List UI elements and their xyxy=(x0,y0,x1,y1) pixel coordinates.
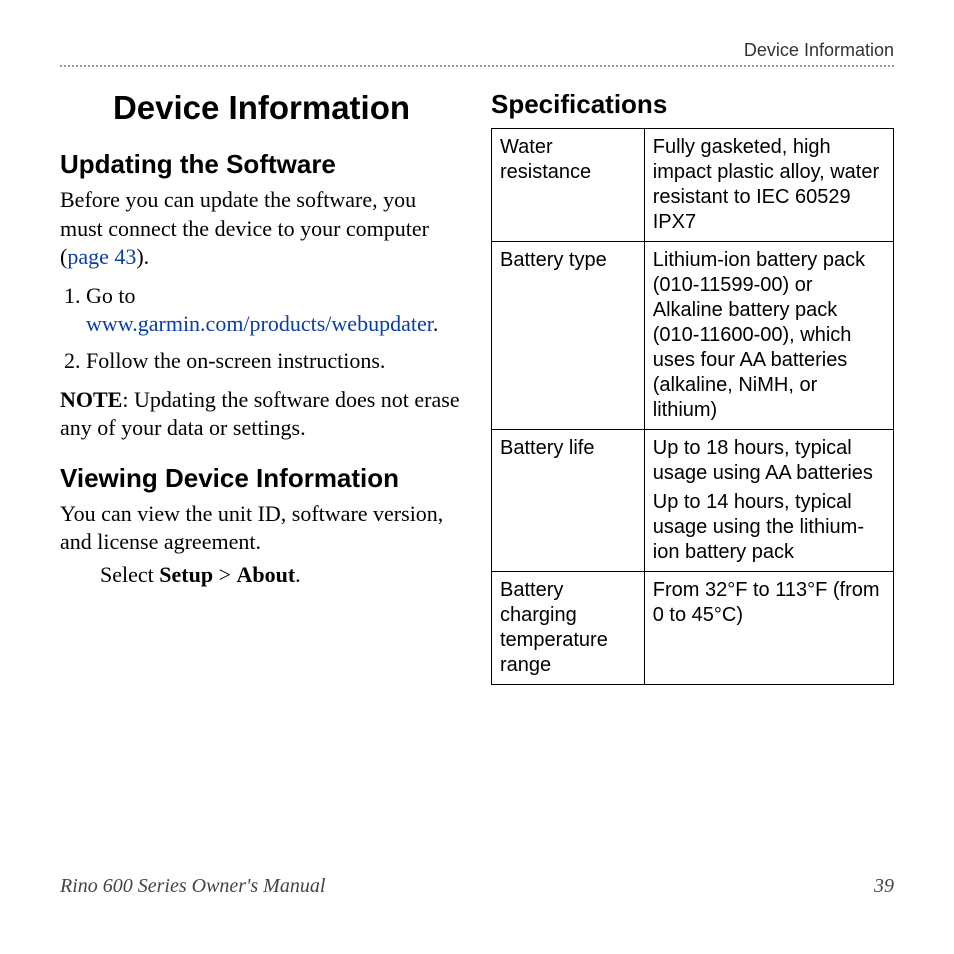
page: Device Information Device Information Up… xyxy=(0,0,954,954)
heading-specifications: Specifications xyxy=(491,89,894,120)
spec-label: Battery charging temperature range xyxy=(492,572,645,685)
spec-label: Battery type xyxy=(492,242,645,430)
footer-manual-title: Rino 600 Series Owner's Manual xyxy=(60,875,325,898)
step-1: Go to www.garmin.com/products/webupdater… xyxy=(86,282,463,339)
spec-value: From 32°F to 113°F (from 0 to 45°C) xyxy=(644,572,893,685)
footer-page-number: 39 xyxy=(874,875,894,898)
content-columns: Device Information Updating the Software… xyxy=(60,77,894,685)
spec-value: Fully gasketed, high impact plastic allo… xyxy=(644,129,893,242)
updating-intro: Before you can update the software, you … xyxy=(60,186,463,272)
table-row: Battery life Up to 18 hours, typical usa… xyxy=(492,430,894,572)
note-label: NOTE xyxy=(60,387,122,412)
right-column: Specifications Water resistance Fully ga… xyxy=(491,77,894,685)
viewing-instruction: Select Setup > About. xyxy=(100,561,463,590)
page-footer: Rino 600 Series Owner's Manual 39 xyxy=(60,875,894,898)
page-43-link[interactable]: page 43 xyxy=(67,244,136,269)
updating-intro-post: ). xyxy=(136,244,149,269)
table-row: Battery type Lithium-ion battery pack (0… xyxy=(492,242,894,430)
instr-gt: > xyxy=(213,562,236,587)
table-row: Water resistance Fully gasketed, high im… xyxy=(492,129,894,242)
spec-label: Battery life xyxy=(492,430,645,572)
viewing-body: You can view the unit ID, software versi… xyxy=(60,500,463,557)
specifications-table: Water resistance Fully gasketed, high im… xyxy=(491,128,894,685)
instr-post: . xyxy=(295,562,301,587)
left-column: Device Information Updating the Software… xyxy=(60,77,463,685)
instr-pre: Select xyxy=(100,562,159,587)
running-head: Device Information xyxy=(60,40,894,67)
battery-life-liion: Up to 14 hours, typical usage using the … xyxy=(653,490,885,565)
spec-value: Lithium-ion battery pack (010-11599-00) … xyxy=(644,242,893,430)
spec-label: Water resistance xyxy=(492,129,645,242)
table-row: Battery charging temperature range From … xyxy=(492,572,894,685)
updating-steps: Go to www.garmin.com/products/webupdater… xyxy=(60,282,463,376)
step-1-pre: Go to xyxy=(86,283,136,308)
spec-value: Up to 18 hours, typical usage using AA b… xyxy=(644,430,893,572)
step-1-post: . xyxy=(433,311,439,336)
heading-updating: Updating the Software xyxy=(60,149,463,180)
heading-viewing: Viewing Device Information xyxy=(60,463,463,494)
webupdater-link[interactable]: www.garmin.com/products/webupdater xyxy=(86,311,433,336)
step-2: Follow the on-screen instructions. xyxy=(86,347,463,376)
instr-about: About xyxy=(236,562,295,587)
instr-setup: Setup xyxy=(159,562,213,587)
battery-life-aa: Up to 18 hours, typical usage using AA b… xyxy=(653,436,885,486)
page-title: Device Information xyxy=(60,89,463,127)
updating-note: NOTE: Updating the software does not era… xyxy=(60,386,463,443)
